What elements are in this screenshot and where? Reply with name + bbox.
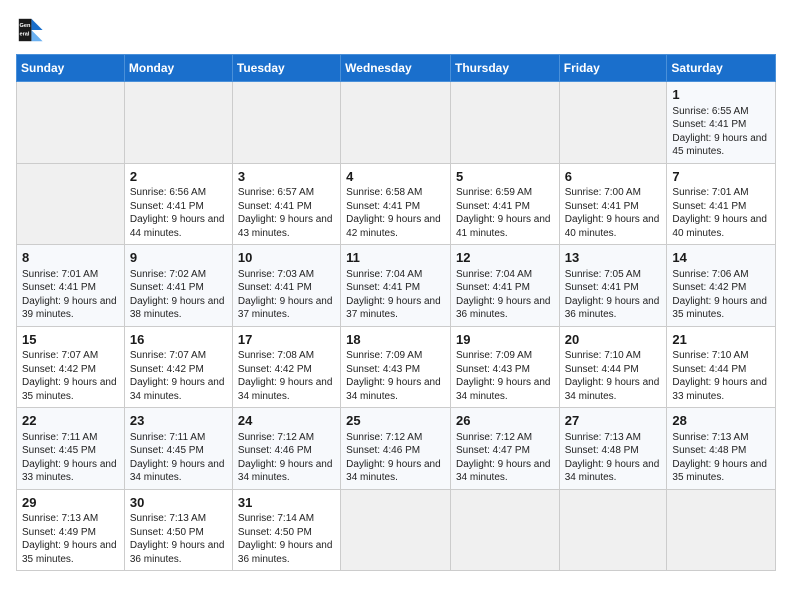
dow-header: Tuesday bbox=[232, 55, 340, 82]
day-number: 24 bbox=[238, 412, 335, 430]
calendar-cell: 15Sunrise: 7:07 AMSunset: 4:42 PMDayligh… bbox=[17, 326, 125, 408]
calendar-cell: 9Sunrise: 7:02 AMSunset: 4:41 PMDaylight… bbox=[124, 245, 232, 327]
day-number: 5 bbox=[456, 168, 554, 186]
calendar-week: 8Sunrise: 7:01 AMSunset: 4:41 PMDaylight… bbox=[17, 245, 776, 327]
calendar-cell: 27Sunrise: 7:13 AMSunset: 4:48 PMDayligh… bbox=[559, 408, 667, 490]
calendar-cell-empty bbox=[450, 82, 559, 164]
day-number: 20 bbox=[565, 331, 662, 349]
dow-header: Thursday bbox=[450, 55, 559, 82]
calendar-cell: 31Sunrise: 7:14 AMSunset: 4:50 PMDayligh… bbox=[232, 489, 340, 571]
calendar-cell: 10Sunrise: 7:03 AMSunset: 4:41 PMDayligh… bbox=[232, 245, 340, 327]
day-number: 13 bbox=[565, 249, 662, 267]
day-number: 11 bbox=[346, 249, 445, 267]
days-of-week-row: SundayMondayTuesdayWednesdayThursdayFrid… bbox=[17, 55, 776, 82]
day-number: 9 bbox=[130, 249, 227, 267]
day-number: 29 bbox=[22, 494, 119, 512]
calendar-cell-empty bbox=[341, 82, 451, 164]
calendar-cell: 13Sunrise: 7:05 AMSunset: 4:41 PMDayligh… bbox=[559, 245, 667, 327]
calendar-body: 1Sunrise: 6:55 AMSunset: 4:41 PMDaylight… bbox=[17, 82, 776, 571]
day-number: 16 bbox=[130, 331, 227, 349]
calendar-cell-empty bbox=[559, 82, 667, 164]
calendar-week: 22Sunrise: 7:11 AMSunset: 4:45 PMDayligh… bbox=[17, 408, 776, 490]
header: Gen eral bbox=[16, 16, 776, 44]
svg-text:Gen: Gen bbox=[20, 23, 31, 29]
dow-header: Wednesday bbox=[341, 55, 451, 82]
calendar-cell: 11Sunrise: 7:04 AMSunset: 4:41 PMDayligh… bbox=[341, 245, 451, 327]
calendar-cell: 20Sunrise: 7:10 AMSunset: 4:44 PMDayligh… bbox=[559, 326, 667, 408]
day-number: 10 bbox=[238, 249, 335, 267]
day-number: 17 bbox=[238, 331, 335, 349]
day-number: 2 bbox=[130, 168, 227, 186]
day-number: 3 bbox=[238, 168, 335, 186]
calendar-cell: 1Sunrise: 6:55 AMSunset: 4:41 PMDaylight… bbox=[667, 82, 776, 164]
calendar-cell: 3Sunrise: 6:57 AMSunset: 4:41 PMDaylight… bbox=[232, 163, 340, 245]
day-number: 31 bbox=[238, 494, 335, 512]
calendar-cell-empty bbox=[17, 163, 125, 245]
calendar-cell: 21Sunrise: 7:10 AMSunset: 4:44 PMDayligh… bbox=[667, 326, 776, 408]
calendar-cell: 17Sunrise: 7:08 AMSunset: 4:42 PMDayligh… bbox=[232, 326, 340, 408]
calendar-cell-empty bbox=[232, 82, 340, 164]
day-number: 23 bbox=[130, 412, 227, 430]
calendar-cell: 26Sunrise: 7:12 AMSunset: 4:47 PMDayligh… bbox=[450, 408, 559, 490]
calendar-cell: 14Sunrise: 7:06 AMSunset: 4:42 PMDayligh… bbox=[667, 245, 776, 327]
calendar-week: 1Sunrise: 6:55 AMSunset: 4:41 PMDaylight… bbox=[17, 82, 776, 164]
page: Gen eral SundayMondayTuesdayWednesdayThu… bbox=[0, 0, 792, 612]
logo-icon: Gen eral bbox=[16, 16, 44, 44]
day-number: 4 bbox=[346, 168, 445, 186]
calendar-cell-empty bbox=[17, 82, 125, 164]
day-number: 25 bbox=[346, 412, 445, 430]
svg-text:eral: eral bbox=[20, 32, 30, 38]
calendar-cell: 16Sunrise: 7:07 AMSunset: 4:42 PMDayligh… bbox=[124, 326, 232, 408]
logo: Gen eral bbox=[16, 16, 48, 44]
calendar-cell: 8Sunrise: 7:01 AMSunset: 4:41 PMDaylight… bbox=[17, 245, 125, 327]
day-number: 6 bbox=[565, 168, 662, 186]
calendar-cell-empty bbox=[667, 489, 776, 571]
day-number: 26 bbox=[456, 412, 554, 430]
calendar-cell: 7Sunrise: 7:01 AMSunset: 4:41 PMDaylight… bbox=[667, 163, 776, 245]
calendar-cell: 6Sunrise: 7:00 AMSunset: 4:41 PMDaylight… bbox=[559, 163, 667, 245]
dow-header: Sunday bbox=[17, 55, 125, 82]
calendar-cell: 19Sunrise: 7:09 AMSunset: 4:43 PMDayligh… bbox=[450, 326, 559, 408]
calendar-cell: 24Sunrise: 7:12 AMSunset: 4:46 PMDayligh… bbox=[232, 408, 340, 490]
calendar-cell: 28Sunrise: 7:13 AMSunset: 4:48 PMDayligh… bbox=[667, 408, 776, 490]
day-number: 30 bbox=[130, 494, 227, 512]
day-number: 28 bbox=[672, 412, 770, 430]
calendar-cell: 29Sunrise: 7:13 AMSunset: 4:49 PMDayligh… bbox=[17, 489, 125, 571]
calendar-cell: 23Sunrise: 7:11 AMSunset: 4:45 PMDayligh… bbox=[124, 408, 232, 490]
calendar-cell-empty bbox=[124, 82, 232, 164]
day-number: 15 bbox=[22, 331, 119, 349]
calendar-cell: 25Sunrise: 7:12 AMSunset: 4:46 PMDayligh… bbox=[341, 408, 451, 490]
calendar-cell-empty bbox=[559, 489, 667, 571]
day-number: 14 bbox=[672, 249, 770, 267]
day-number: 19 bbox=[456, 331, 554, 349]
calendar-cell: 4Sunrise: 6:58 AMSunset: 4:41 PMDaylight… bbox=[341, 163, 451, 245]
day-number: 18 bbox=[346, 331, 445, 349]
day-number: 22 bbox=[22, 412, 119, 430]
dow-header: Monday bbox=[124, 55, 232, 82]
calendar-cell: 12Sunrise: 7:04 AMSunset: 4:41 PMDayligh… bbox=[450, 245, 559, 327]
calendar-cell: 2Sunrise: 6:56 AMSunset: 4:41 PMDaylight… bbox=[124, 163, 232, 245]
calendar-cell: 30Sunrise: 7:13 AMSunset: 4:50 PMDayligh… bbox=[124, 489, 232, 571]
day-number: 1 bbox=[672, 86, 770, 104]
calendar-week: 29Sunrise: 7:13 AMSunset: 4:49 PMDayligh… bbox=[17, 489, 776, 571]
dow-header: Saturday bbox=[667, 55, 776, 82]
calendar-table: SundayMondayTuesdayWednesdayThursdayFrid… bbox=[16, 54, 776, 571]
day-number: 21 bbox=[672, 331, 770, 349]
day-number: 8 bbox=[22, 249, 119, 267]
calendar-cell: 18Sunrise: 7:09 AMSunset: 4:43 PMDayligh… bbox=[341, 326, 451, 408]
day-number: 27 bbox=[565, 412, 662, 430]
calendar-week: 2Sunrise: 6:56 AMSunset: 4:41 PMDaylight… bbox=[17, 163, 776, 245]
dow-header: Friday bbox=[559, 55, 667, 82]
calendar-cell: 22Sunrise: 7:11 AMSunset: 4:45 PMDayligh… bbox=[17, 408, 125, 490]
day-number: 12 bbox=[456, 249, 554, 267]
calendar-cell-empty bbox=[341, 489, 451, 571]
calendar-week: 15Sunrise: 7:07 AMSunset: 4:42 PMDayligh… bbox=[17, 326, 776, 408]
day-number: 7 bbox=[672, 168, 770, 186]
calendar-cell-empty bbox=[450, 489, 559, 571]
calendar-cell: 5Sunrise: 6:59 AMSunset: 4:41 PMDaylight… bbox=[450, 163, 559, 245]
